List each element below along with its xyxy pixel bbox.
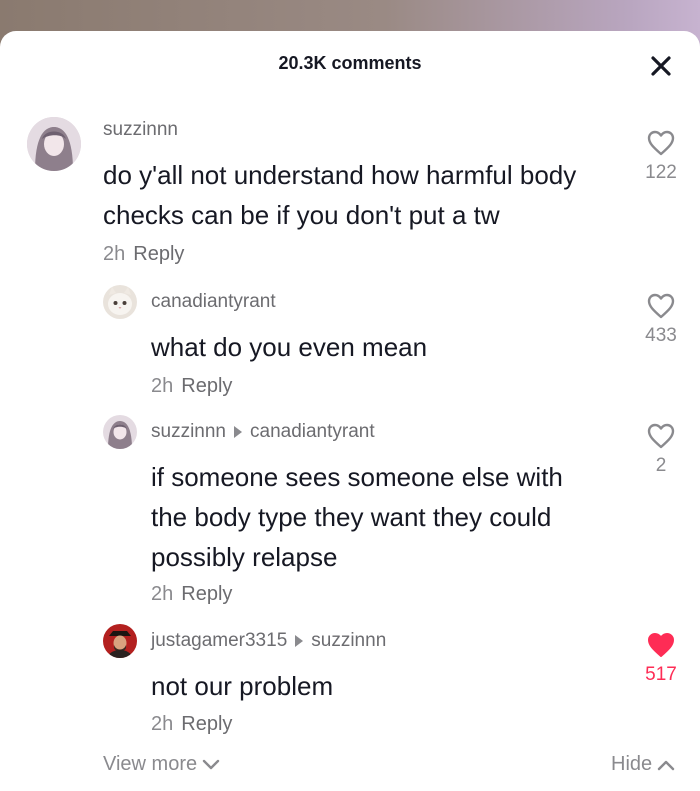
chevron-down-icon: [202, 759, 220, 769]
comment-meta: 2h Reply: [151, 375, 232, 398]
view-more-button[interactable]: View more: [103, 753, 220, 776]
reply-to-username[interactable]: suzzinnn: [311, 630, 386, 652]
comment-time: 2h: [151, 713, 174, 735]
chevron-up-icon: [657, 760, 675, 770]
comment-time: 2h: [151, 583, 174, 605]
avatar[interactable]: [103, 285, 137, 319]
comment-meta: 2h Reply: [103, 243, 184, 266]
username[interactable]: suzzinnn: [151, 421, 226, 443]
avatar[interactable]: [27, 117, 81, 171]
username[interactable]: canadiantyrant: [151, 291, 276, 313]
close-icon: [651, 56, 671, 76]
comment-text: what do you even mean: [151, 332, 428, 362]
reply-button[interactable]: Reply: [133, 243, 184, 265]
heart-outline-icon: [647, 130, 675, 156]
like-button[interactable]: 122: [636, 130, 686, 184]
heart-outline-icon: [647, 293, 675, 319]
like-button[interactable]: 433: [636, 293, 686, 347]
comment-meta: 2h Reply: [151, 583, 232, 606]
like-count: 433: [645, 325, 677, 346]
like-count: 517: [645, 664, 677, 685]
hide-label: Hide: [611, 753, 653, 775]
comment-time: 2h: [103, 243, 126, 265]
like-button[interactable]: 2: [636, 423, 686, 477]
avatar[interactable]: [103, 415, 137, 449]
reply-button[interactable]: Reply: [181, 713, 232, 735]
comments-count-title: 20.3K comments: [278, 53, 422, 73]
comment-time: 2h: [151, 375, 174, 397]
hide-button[interactable]: Hide: [611, 753, 675, 776]
reply-button[interactable]: Reply: [181, 375, 232, 397]
like-count: 122: [645, 162, 677, 183]
like-button[interactable]: 517: [636, 632, 686, 686]
avatar[interactable]: [103, 624, 137, 658]
reply-arrow-icon: [295, 635, 304, 647]
reply-arrow-icon: [234, 426, 242, 438]
like-count: 2: [655, 455, 667, 476]
username[interactable]: suzzinnn: [103, 119, 178, 141]
reply-button[interactable]: Reply: [181, 583, 232, 605]
heart-filled-icon: [648, 633, 674, 657]
heart-outline-icon: [647, 423, 675, 449]
comment-text: do y'all not understand how harmful body…: [103, 160, 577, 230]
close-button[interactable]: [648, 53, 674, 79]
comment-meta: 2h Reply: [151, 713, 232, 736]
comment-text: if someone sees someone else with the bo…: [151, 462, 563, 572]
reply-to-username[interactable]: canadiantyrant: [250, 421, 375, 443]
view-more-label: View more: [103, 753, 198, 775]
comments-sheet: 20.3K comments suzzinnn do y'all not und…: [0, 31, 700, 791]
comment-text: not our problem: [151, 671, 334, 701]
username[interactable]: justagamer3315: [151, 630, 287, 652]
